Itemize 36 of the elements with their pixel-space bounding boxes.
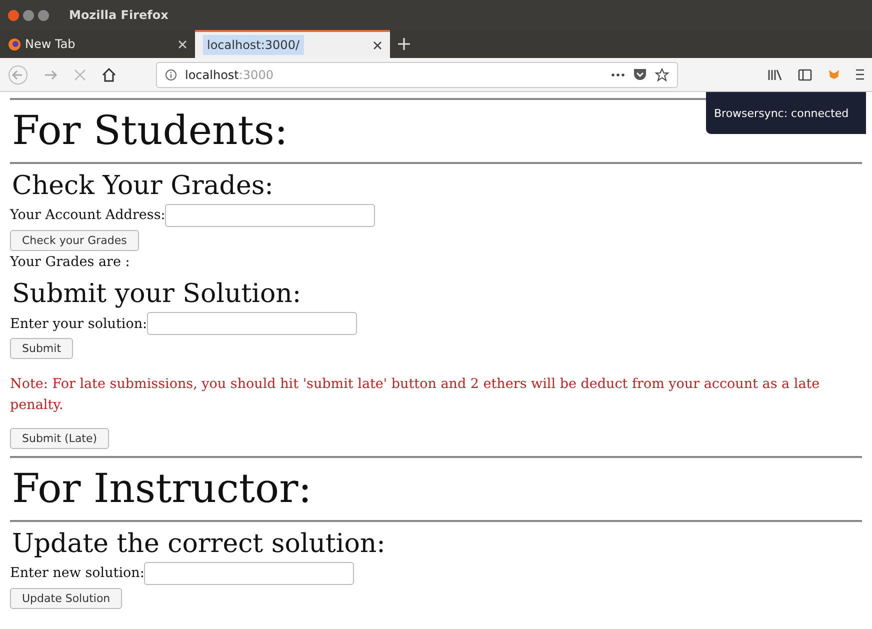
section-heading: Update the correct solution:: [12, 528, 386, 560]
pocket-icon[interactable]: [633, 68, 647, 81]
browser-tab[interactable]: New Tab: [0, 30, 195, 58]
field-label: Enter your solution:: [10, 314, 148, 334]
info-icon[interactable]: [165, 68, 177, 80]
more-icon[interactable]: [611, 72, 625, 76]
firefox-icon: [8, 38, 21, 50]
menu-icon[interactable]: [856, 69, 864, 80]
url-text: localhost:3000: [185, 68, 274, 82]
window-title: Mozilla Firefox: [69, 8, 168, 22]
form-button[interactable]: Submit (Late): [10, 428, 110, 449]
result-text: Your Grades are :: [10, 253, 130, 272]
field-label: Your Account Address:: [10, 206, 166, 226]
home-icon[interactable]: [102, 68, 116, 82]
form-button[interactable]: Check your Grades: [10, 230, 139, 251]
field-label: Enter new solution:: [10, 564, 144, 584]
input-field[interactable]: [147, 312, 358, 336]
close-tab-icon[interactable]: [373, 40, 382, 50]
form-button[interactable]: Submit: [10, 338, 74, 360]
form-button[interactable]: Update Solution: [10, 588, 122, 609]
page-heading: For Instructor:: [12, 464, 312, 514]
section-heading: Submit your Solution:: [12, 278, 302, 310]
page-heading: For Students:: [12, 107, 288, 156]
library-icon[interactable]: [768, 68, 782, 80]
input-field[interactable]: [165, 204, 376, 227]
section-heading: Check Your Grades:: [12, 170, 274, 202]
star-icon[interactable]: [655, 68, 669, 82]
maximize-icon[interactable]: [38, 10, 49, 20]
toast-text: Browsersync: connected: [714, 106, 849, 120]
browser-tab[interactable]: localhost:3000/: [195, 30, 390, 58]
close-icon[interactable]: [8, 10, 19, 20]
minimize-icon[interactable]: [23, 10, 34, 20]
sidebar-icon[interactable]: [798, 68, 812, 80]
address-bar[interactable]: localhost:3000: [156, 62, 678, 88]
input-field[interactable]: [144, 562, 354, 585]
note-text: Note: For late submissions, you should hit 'submit late' button and 2 ethers will be deduct from your account as a late penalty.: [10, 375, 821, 414]
